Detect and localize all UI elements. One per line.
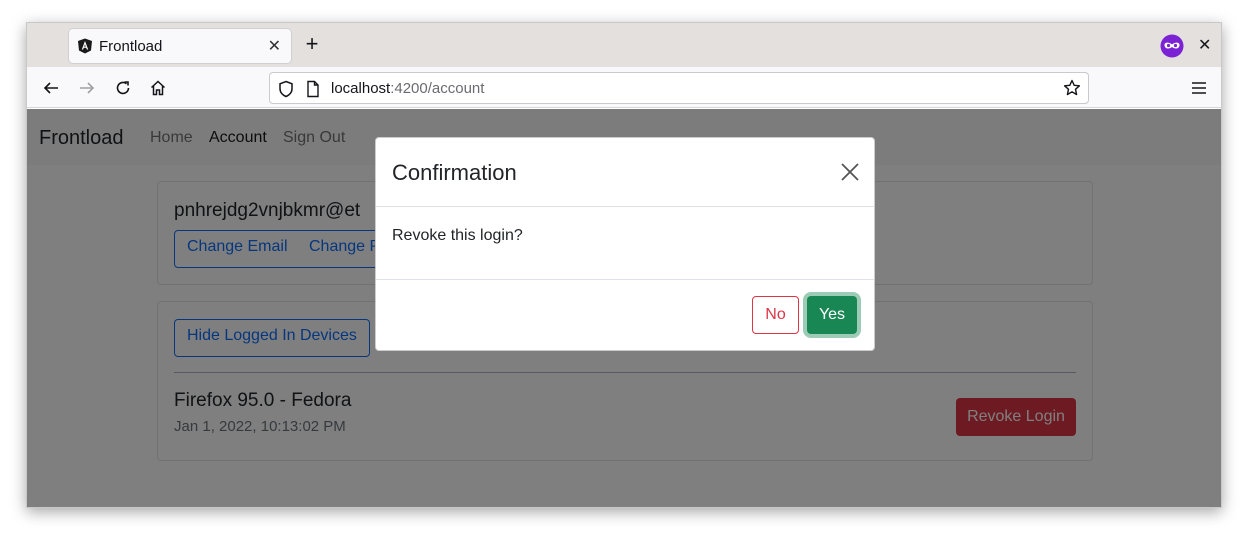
close-icon[interactable]: [840, 162, 860, 182]
confirmation-modal: Confirmation Revoke this login? No Yes: [375, 137, 875, 351]
url-text[interactable]: localhost:4200/account: [331, 80, 484, 97]
page-icon[interactable]: [306, 80, 320, 98]
tab-title: Frontload: [99, 38, 163, 55]
forward-button[interactable]: [76, 77, 98, 99]
url-bar[interactable]: localhost:4200/account: [269, 72, 1089, 104]
bookmark-star-icon[interactable]: [1063, 79, 1081, 97]
page-content: Frontload Home Account Sign Out pnhrejdg…: [27, 109, 1221, 507]
menu-button[interactable]: [1188, 77, 1210, 99]
navigation-toolbar: localhost:4200/account: [27, 67, 1221, 108]
angular-logo-icon: [78, 38, 92, 54]
back-button[interactable]: [40, 77, 62, 99]
home-icon: [150, 80, 166, 96]
url-path: :4200/account: [390, 80, 485, 97]
yes-button[interactable]: Yes: [807, 296, 857, 334]
browser-window: Frontload ✕ + ✕ localhost:4200/account C…: [26, 22, 1222, 508]
shield-icon[interactable]: [278, 80, 294, 98]
no-button[interactable]: No: [752, 296, 799, 334]
modal-title: Confirmation: [392, 160, 517, 185]
url-host: localhost: [331, 80, 391, 97]
reload-button[interactable]: [112, 77, 134, 99]
modal-message: Revoke this login?: [392, 227, 523, 244]
home-button[interactable]: [147, 77, 169, 99]
modal-header: Confirmation: [376, 138, 874, 207]
new-tab-button[interactable]: +: [301, 33, 323, 56]
reload-icon: [116, 81, 130, 95]
tab-strip: Frontload ✕ + ✕: [27, 23, 1221, 67]
forward-arrow-icon: [80, 82, 95, 94]
tab-close-icon[interactable]: ✕: [268, 36, 281, 56]
back-arrow-icon: [43, 82, 58, 94]
modal-footer: No Yes: [376, 279, 874, 351]
window-close-icon[interactable]: ✕: [1198, 35, 1211, 55]
private-browsing-icon[interactable]: [1160, 34, 1184, 58]
hamburger-menu-icon: [1192, 82, 1206, 94]
browser-tab[interactable]: Frontload ✕: [69, 29, 291, 63]
